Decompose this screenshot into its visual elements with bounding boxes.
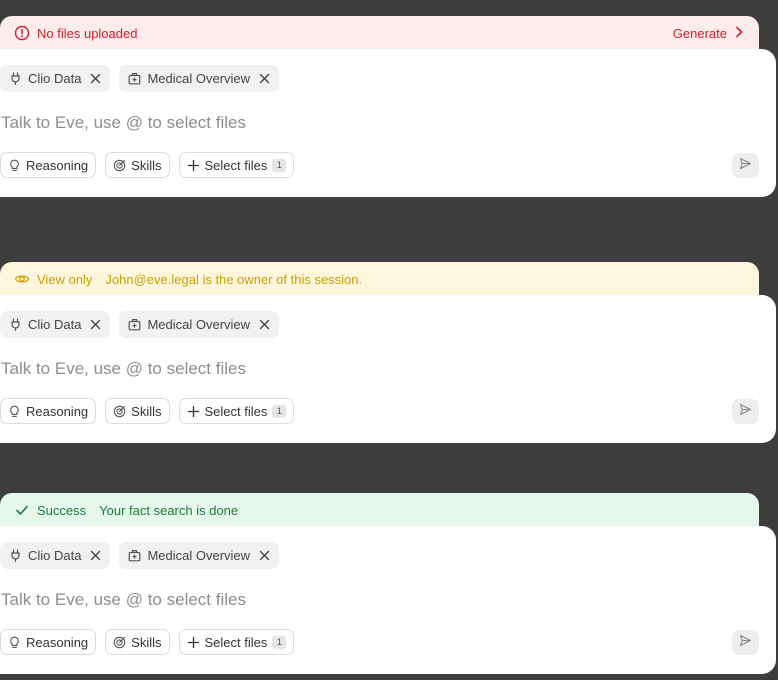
composer-card: Clio Data Medical Overview Talk to Eve, … [0,295,776,443]
send-button[interactable] [732,153,759,178]
send-icon [739,403,752,421]
chevron-right-icon [735,26,743,41]
warning-banner: View only John@eve.legal is the owner of… [0,262,759,296]
select-files-label: Select files [204,157,268,173]
plug-icon [9,72,22,85]
chip-clio-data[interactable]: Clio Data [0,311,111,338]
medical-bag-icon [128,549,141,562]
error-banner: No files uploaded Generate [0,16,759,50]
context-chips: Clio Data Medical Overview [0,311,280,338]
composer-card: Clio Data Medical Overview Talk to Eve, … [0,49,776,197]
context-chips: Clio Data Medical Overview [0,542,280,569]
composer-toolbar: Reasoning Skills Select files 1 [0,398,295,424]
banner-message: John@eve.legal is the owner of this sess… [105,271,363,287]
target-icon [113,636,126,649]
close-icon[interactable] [259,550,270,561]
prompt-input[interactable] [1,590,701,610]
select-files-label: Select files [204,634,268,650]
send-button[interactable] [732,399,759,424]
file-count-badge: 1 [272,158,287,172]
send-icon [739,634,752,652]
select-files-button[interactable]: Select files 1 [178,398,295,424]
chip-label: Medical Overview [147,548,251,563]
chip-medical-overview[interactable]: Medical Overview [119,311,280,338]
reasoning-label: Reasoning [26,634,89,650]
skills-button[interactable]: Skills [105,398,170,424]
select-files-button[interactable]: Select files 1 [178,152,295,178]
generate-button[interactable]: Generate [673,26,743,41]
skills-button[interactable]: Skills [105,152,170,178]
chip-medical-overview[interactable]: Medical Overview [119,65,280,92]
reasoning-button[interactable]: Reasoning [0,629,97,655]
skills-label: Skills [131,634,162,650]
medical-bag-icon [128,318,141,331]
prompt-input[interactable] [1,113,701,133]
lightbulb-icon [8,636,21,649]
plug-icon [9,318,22,331]
generate-label: Generate [672,25,727,41]
chip-label: Medical Overview [147,71,251,86]
target-icon [113,159,126,172]
banner-message: Your fact search is done [99,502,239,518]
target-icon [113,405,126,418]
lightbulb-icon [8,159,21,172]
composer-card: Clio Data Medical Overview Talk to Eve, … [0,526,776,674]
close-icon[interactable] [259,73,270,84]
reasoning-button[interactable]: Reasoning [0,152,97,178]
file-count-badge: 1 [272,404,287,418]
medical-bag-icon [128,72,141,85]
reasoning-label: Reasoning [26,403,89,419]
banner-title: No files uploaded [37,25,138,41]
skills-label: Skills [131,403,162,419]
skills-label: Skills [131,157,162,173]
context-chips: Clio Data Medical Overview [0,65,280,92]
close-icon[interactable] [90,319,101,330]
close-icon[interactable] [90,550,101,561]
send-button[interactable] [732,630,759,655]
success-banner: Success Your fact search is done [0,493,759,527]
skills-button[interactable]: Skills [105,629,170,655]
chip-medical-overview[interactable]: Medical Overview [119,542,280,569]
composer-toolbar: Reasoning Skills Select files 1 [0,152,295,178]
banner-title: View only [37,271,93,287]
chip-label: Clio Data [28,317,82,332]
chip-label: Clio Data [28,71,82,86]
banner-title: Success [37,502,87,518]
alert-circle-icon [14,25,30,41]
chip-label: Clio Data [28,548,82,563]
chip-label: Medical Overview [147,317,251,332]
send-icon [739,157,752,175]
close-icon[interactable] [90,73,101,84]
prompt-input[interactable] [1,359,701,379]
select-files-label: Select files [204,403,268,419]
chip-clio-data[interactable]: Clio Data [0,542,111,569]
plus-icon [187,636,200,649]
check-icon [14,502,30,518]
select-files-button[interactable]: Select files 1 [178,629,295,655]
chip-clio-data[interactable]: Clio Data [0,65,111,92]
file-count-badge: 1 [272,635,287,649]
reasoning-button[interactable]: Reasoning [0,398,97,424]
composer-toolbar: Reasoning Skills Select files 1 [0,629,295,655]
plug-icon [9,549,22,562]
eye-icon [14,271,30,287]
lightbulb-icon [8,405,21,418]
plus-icon [187,405,200,418]
close-icon[interactable] [259,319,270,330]
reasoning-label: Reasoning [26,157,89,173]
plus-icon [187,159,200,172]
